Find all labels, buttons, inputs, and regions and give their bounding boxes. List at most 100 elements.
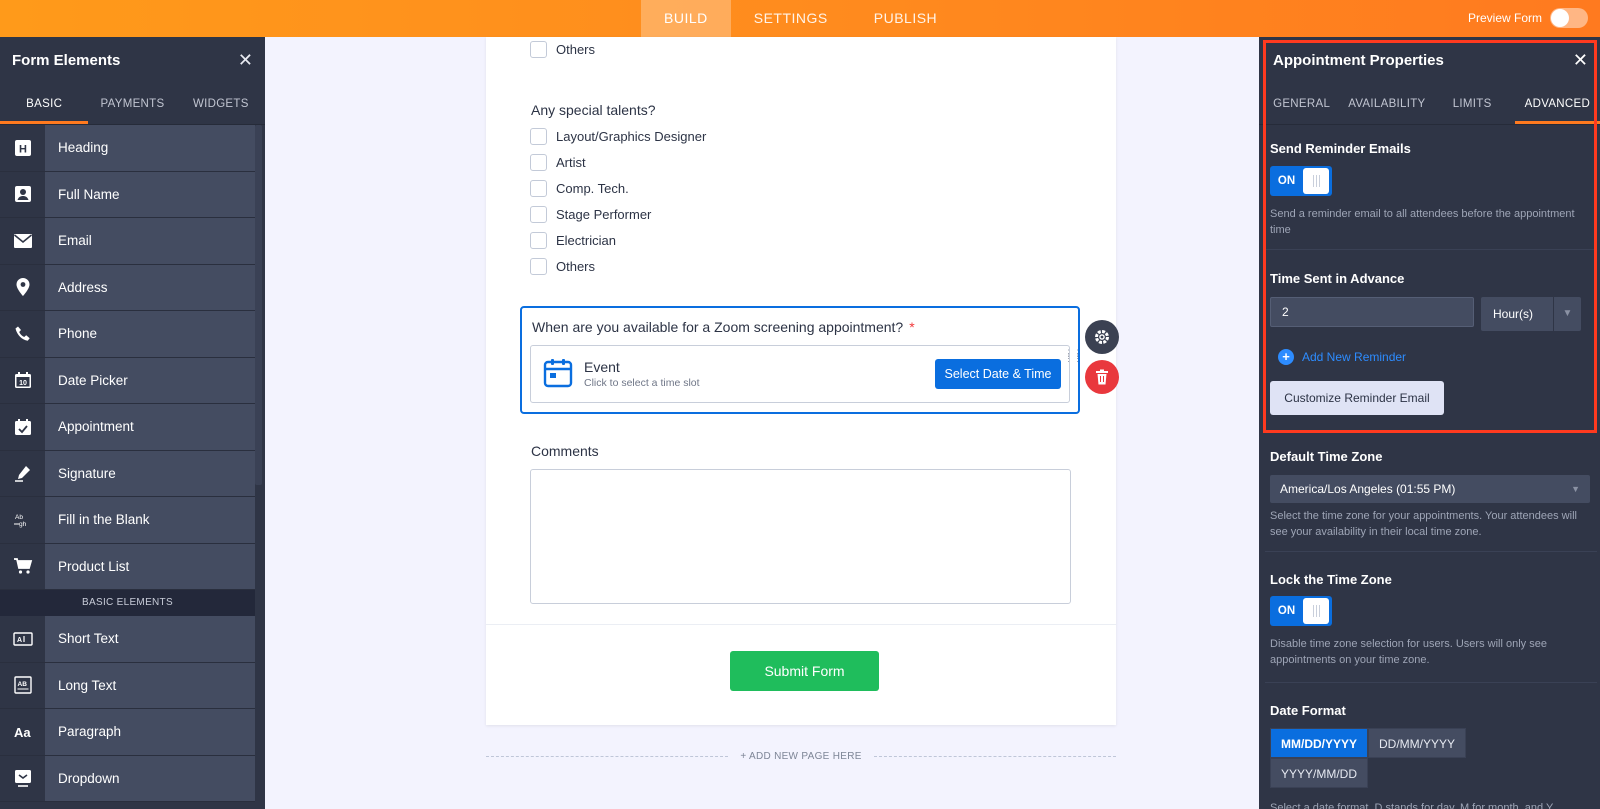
element-heading[interactable]: H Heading xyxy=(0,125,255,172)
tab-build[interactable]: BUILD xyxy=(641,0,731,37)
comments-textarea[interactable] xyxy=(530,469,1071,604)
date-format-yyyymmdd[interactable]: YYYY/MM/DD xyxy=(1270,758,1369,788)
checkbox-option[interactable]: Others xyxy=(530,258,595,275)
svg-text:A: A xyxy=(17,637,22,644)
add-new-page[interactable]: + ADD NEW PAGE HERE xyxy=(486,751,1116,762)
checkbox-option[interactable]: Artist xyxy=(530,154,586,171)
tab-settings[interactable]: SETTINGS xyxy=(731,0,851,37)
svg-text:10: 10 xyxy=(19,380,27,387)
element-label: Long Text xyxy=(45,662,255,708)
time-advance-input[interactable]: 2 xyxy=(1270,297,1474,327)
close-icon[interactable]: ✕ xyxy=(1573,50,1588,71)
submit-form-button[interactable]: Submit Form xyxy=(730,651,879,691)
element-label: Phone xyxy=(45,311,255,357)
close-icon[interactable]: ✕ xyxy=(238,50,253,71)
tab-limits[interactable]: LIMITS xyxy=(1430,84,1515,124)
appointment-field-selected[interactable]: When are you available for a Zoom screen… xyxy=(520,306,1080,414)
element-label: Fill in the Blank xyxy=(45,497,255,543)
field-properties-button[interactable] xyxy=(1085,320,1119,354)
element-appointment[interactable]: Appointment xyxy=(0,404,255,451)
time-advance-title: Time Sent in Advance xyxy=(1270,271,1405,286)
toggle-on-label: ON xyxy=(1277,605,1296,617)
add-page-label[interactable]: + ADD NEW PAGE HERE xyxy=(740,751,861,762)
preview-form-label: Preview Form xyxy=(1467,11,1542,25)
send-reminder-title: Send Reminder Emails xyxy=(1270,141,1411,156)
tab-general[interactable]: GENERAL xyxy=(1259,84,1344,124)
heading-icon: H xyxy=(0,125,45,171)
comments-label: Comments xyxy=(531,443,599,459)
checkbox[interactable] xyxy=(530,154,547,171)
checkbox-label: Stage Performer xyxy=(556,207,652,222)
add-new-reminder-link[interactable]: + Add New Reminder xyxy=(1278,349,1406,365)
date-format-mmddyyyy[interactable]: MM/DD/YYYY xyxy=(1270,728,1369,758)
element-email[interactable]: Email xyxy=(0,218,255,265)
svg-text:Ab: Ab xyxy=(15,514,23,521)
checkbox[interactable] xyxy=(530,206,547,223)
date-format-ddmmyyyy[interactable]: DD/MM/YYYY xyxy=(1368,728,1467,758)
timezone-select[interactable]: America/Los Angeles (01:55 PM) ▼ xyxy=(1270,475,1590,503)
svg-text:AB: AB xyxy=(17,681,27,688)
element-product-list[interactable]: Product List xyxy=(0,543,255,590)
basic-elements-section-label: BASIC ELEMENTS xyxy=(0,590,255,616)
element-signature[interactable]: Signature xyxy=(0,450,255,497)
customize-reminder-email-button[interactable]: Customize Reminder Email xyxy=(1270,381,1444,415)
checkbox-option[interactable]: Electrician xyxy=(530,232,616,249)
element-paragraph[interactable]: Aa Paragraph xyxy=(0,709,255,756)
tab-payments[interactable]: PAYMENTS xyxy=(88,84,176,124)
scrollbar[interactable] xyxy=(255,125,262,485)
send-reminder-toggle[interactable]: ON xyxy=(1270,166,1332,196)
element-label: Paragraph xyxy=(45,709,255,755)
tab-availability[interactable]: AVAILABILITY xyxy=(1344,84,1429,124)
element-long-text[interactable]: AB Long Text xyxy=(0,662,255,709)
lock-timezone-title: Lock the Time Zone xyxy=(1270,572,1392,587)
element-dropdown[interactable]: Dropdown xyxy=(0,755,255,802)
element-date-picker[interactable]: 10 Date Picker xyxy=(0,357,255,404)
checkbox-option[interactable]: Comp. Tech. xyxy=(530,180,629,197)
checkbox-option[interactable]: Stage Performer xyxy=(530,206,651,223)
lock-timezone-toggle[interactable]: ON xyxy=(1270,596,1332,626)
time-unit-select[interactable]: Hour(s) ▼ xyxy=(1481,297,1581,331)
checkbox-option[interactable]: Others xyxy=(530,41,595,58)
dashed-line xyxy=(873,756,1116,757)
checkbox[interactable] xyxy=(530,180,547,197)
preview-form-switch[interactable] xyxy=(1550,8,1588,28)
toggle-knob xyxy=(1303,168,1329,194)
element-full-name[interactable]: Full Name xyxy=(0,171,255,218)
element-fill-in-the-blank[interactable]: Ab gh Fill in the Blank xyxy=(0,497,255,544)
caret-down-icon: ▼ xyxy=(1553,297,1581,331)
phone-icon xyxy=(0,311,45,357)
checkbox[interactable] xyxy=(530,232,547,249)
checkbox-option[interactable]: Layout/Graphics Designer xyxy=(530,128,706,145)
element-short-text[interactable]: A Short Text xyxy=(0,616,255,663)
element-phone[interactable]: Phone xyxy=(0,311,255,358)
form-elements-panel: Form Elements ✕ BASIC PAYMENTS WIDGETS H… xyxy=(0,37,265,809)
send-reminder-description: Send a reminder email to all attendees b… xyxy=(1270,208,1575,236)
element-address[interactable]: Address xyxy=(0,264,255,311)
add-new-reminder-label: Add New Reminder xyxy=(1302,350,1407,364)
tab-basic[interactable]: BASIC xyxy=(0,84,89,124)
date-format-options: MM/DD/YYYY DD/MM/YYYY YYYY/MM/DD xyxy=(1270,728,1500,788)
trash-icon xyxy=(1096,369,1108,385)
tab-advanced[interactable]: ADVANCED xyxy=(1514,84,1600,124)
section-divider xyxy=(1265,682,1597,683)
tab-widgets[interactable]: WIDGETS xyxy=(177,84,265,124)
tab-publish[interactable]: PUBLISH xyxy=(851,0,960,37)
person-icon xyxy=(0,171,45,217)
toggle-knob xyxy=(1303,598,1329,624)
caret-down-icon: ▼ xyxy=(1571,484,1580,494)
checkbox[interactable] xyxy=(530,128,547,145)
drag-handle-icon[interactable]: ⋮⋮⋮⋮ xyxy=(1064,349,1082,363)
delete-field-button[interactable] xyxy=(1085,360,1119,394)
form-elements-tabs: BASIC PAYMENTS WIDGETS xyxy=(0,84,265,125)
appointment-event-box[interactable]: Event Click to select a time slot Select… xyxy=(530,345,1070,403)
event-title: Event xyxy=(584,359,620,375)
form-elements-header: Form Elements ✕ xyxy=(0,37,265,84)
checkbox[interactable] xyxy=(530,258,547,275)
properties-tabs: GENERAL AVAILABILITY LIMITS ADVANCED xyxy=(1259,84,1600,125)
timezone-value: America/Los Angeles (01:55 PM) xyxy=(1280,482,1456,496)
checkbox[interactable] xyxy=(530,41,547,58)
form-divider xyxy=(486,624,1116,625)
svg-text:gh: gh xyxy=(19,521,27,528)
pen-icon xyxy=(0,450,45,496)
select-date-time-button[interactable]: Select Date & Time xyxy=(935,359,1061,389)
